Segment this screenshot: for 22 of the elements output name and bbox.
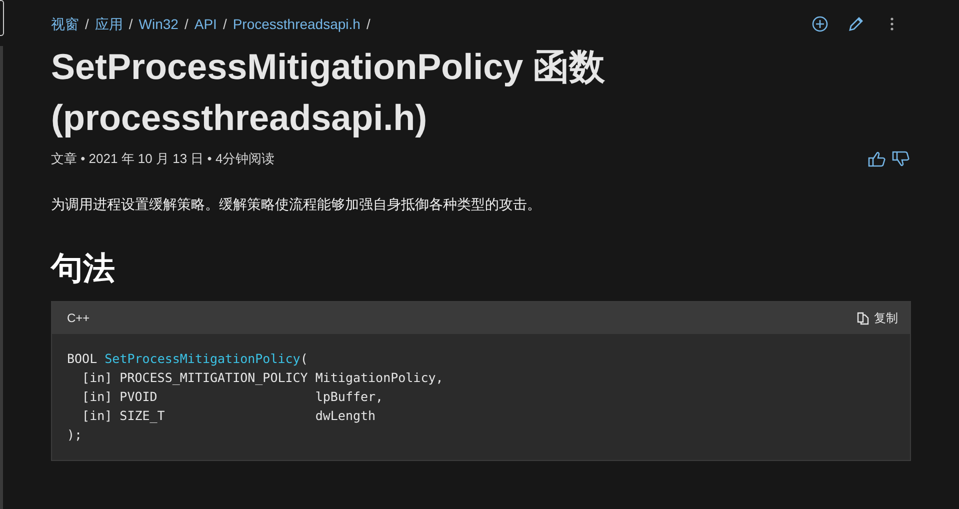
breadcrumb-separator: /	[222, 14, 227, 34]
page-title: SetProcessMitigationPolicy 函数 (processthreadsapi.h)	[51, 45, 606, 140]
breadcrumb-separator: /	[128, 14, 133, 34]
breadcrumb-separator: /	[366, 14, 370, 34]
breadcrumb-link[interactable]: Processthreadsapi.h	[232, 14, 360, 34]
thumbs-up-icon[interactable]	[867, 149, 887, 169]
breadcrumb-link[interactable]: API	[194, 14, 217, 34]
thumbs-down-icon[interactable]	[891, 149, 911, 169]
breadcrumb-separator: /	[85, 14, 89, 34]
language-label: C++	[67, 310, 90, 328]
section-heading: 句法	[51, 249, 116, 288]
description-text: 为调用进程设置缓解策略。缓解策略使流程能够加强自身抵御各种类型的攻击。	[51, 195, 542, 214]
breadcrumb-link[interactable]: 应用	[94, 14, 123, 34]
sidebar-toggle-button[interactable]	[0, 0, 4, 36]
copy-icon	[857, 312, 869, 325]
breadcrumb-link[interactable]: Win32	[138, 14, 178, 34]
breadcrumb-separator: /	[184, 14, 188, 34]
article-meta: 文章 • 2021 年 10 月 13 日 • 4分钟阅读	[51, 150, 275, 168]
code-text: BOOL SetProcessMitigationPolicy( [in] PROCESS_MITIGATION_POLICY MitigationPolicy, [in] PVOID lpBuffer, [in] SIZE_T dwLength );	[66, 350, 444, 444]
copy-button[interactable]: 复制	[855, 307, 900, 330]
add-icon[interactable]	[810, 14, 830, 34]
breadcrumb-link[interactable]: 视窗	[51, 14, 79, 34]
